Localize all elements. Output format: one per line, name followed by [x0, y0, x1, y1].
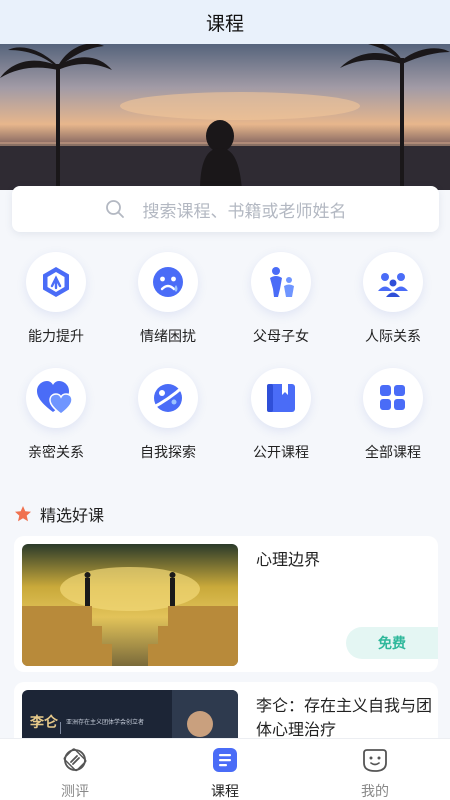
ability-hexagon-icon — [26, 252, 86, 312]
category-label: 全部课程 — [365, 445, 421, 461]
category-intimacy[interactable]: 亲密关系 — [0, 368, 112, 468]
banner-sunset-illustration — [0, 44, 450, 190]
category-parent-child[interactable]: 父母子女 — [225, 252, 337, 352]
people-group-icon — [363, 252, 423, 312]
category-all-courses[interactable]: 全部课程 — [337, 368, 449, 468]
parent-child-icon — [251, 252, 311, 312]
category-label: 情绪困扰 — [140, 329, 196, 345]
star-icon — [14, 505, 32, 523]
course-thumbnail — [22, 544, 238, 666]
bottom-tab-bar: 测评 课程 我的 — [0, 738, 450, 800]
courses-icon — [212, 747, 238, 777]
section-featured-courses: 精选好课 — [14, 502, 104, 526]
category-open-course[interactable]: 公开课程 — [225, 368, 337, 468]
category-label: 自我探索 — [140, 445, 196, 461]
tab-assessment[interactable]: 测评 — [0, 739, 150, 800]
profile-face-icon — [362, 747, 388, 777]
heart-icon — [26, 368, 86, 428]
category-self-explore[interactable]: 自我探索 — [112, 368, 224, 468]
category-label: 能力提升 — [28, 329, 84, 345]
tab-courses[interactable]: 课程 — [150, 739, 300, 800]
thumbnail-name: 李仑 — [30, 715, 58, 731]
emotion-face-icon — [138, 252, 198, 312]
page-header: 课程 — [0, 0, 450, 44]
category-label: 公开课程 — [253, 445, 309, 461]
category-emotion[interactable]: 情绪困扰 — [112, 252, 224, 352]
category-label: 父母子女 — [253, 329, 309, 345]
planet-icon — [138, 368, 198, 428]
page-title: 课程 — [205, 12, 244, 35]
section-title-text: 精选好课 — [40, 506, 105, 525]
grid-icon — [363, 368, 423, 428]
search-bar[interactable]: 搜索课程、书籍或老师姓名 — [12, 186, 439, 232]
category-label: 人际关系 — [365, 329, 421, 345]
search-icon — [105, 199, 125, 219]
tab-label: 课程 — [211, 784, 239, 800]
thumbnail-subtitle: 亚洲存在主义团体学会创立者 — [66, 719, 145, 726]
tab-mine[interactable]: 我的 — [300, 739, 450, 800]
course-card[interactable]: 心理边界 免费 — [14, 536, 438, 672]
category-label: 亲密关系 — [28, 445, 84, 461]
free-badge: 免费 — [346, 627, 438, 659]
course-title: 李仑：存在主义自我与团体心理治疗 — [256, 696, 433, 739]
tab-label: 我的 — [361, 784, 389, 800]
category-interpersonal[interactable]: 人际关系 — [337, 252, 449, 352]
course-title: 心理边界 — [256, 550, 321, 569]
assessment-icon — [62, 747, 88, 777]
category-ability[interactable]: 能力提升 — [0, 252, 112, 352]
tab-label: 测评 — [61, 784, 89, 800]
search-placeholder: 搜索课程、书籍或老师姓名 — [142, 201, 347, 222]
book-icon — [251, 368, 311, 428]
banner-image[interactable] — [0, 44, 450, 190]
